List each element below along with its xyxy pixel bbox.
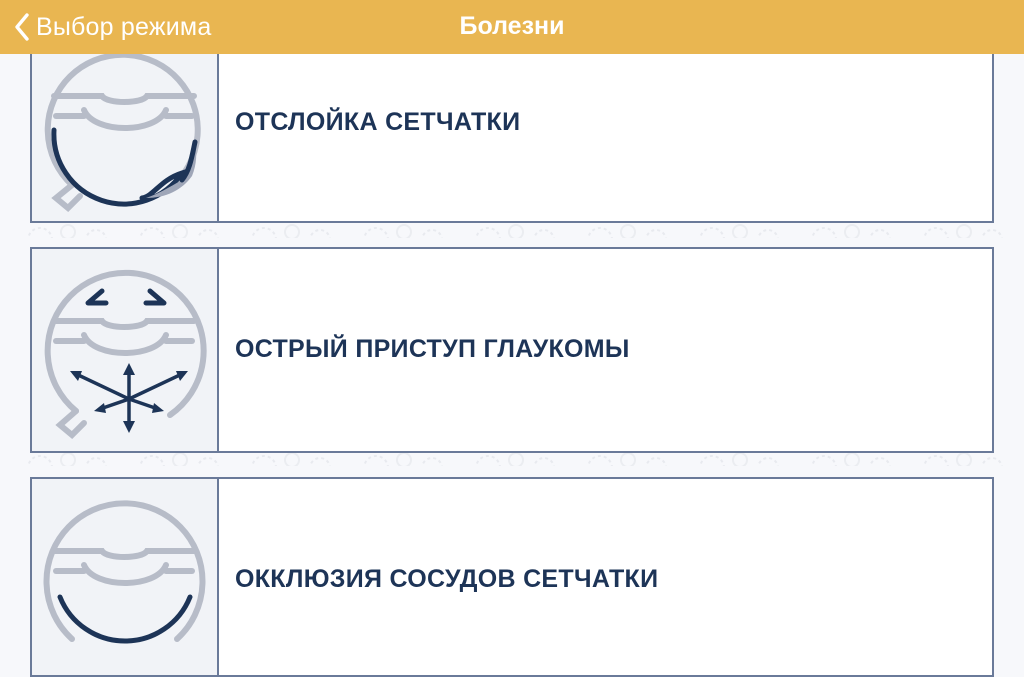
chevron-left-icon [15, 13, 29, 41]
vessel-occlusion-icon [43, 500, 206, 644]
disease-label: ОСТРЫЙ ПРИСТУП ГЛАУКОМЫ [235, 335, 630, 363]
disease-thumbnail [32, 32, 219, 221]
disease-item-glaucoma-attack[interactable]: ОСТРЫЙ ПРИСТУП ГЛАУКОМЫ [30, 247, 994, 453]
disease-item-retinal-detachment[interactable]: ОТСЛОЙКА СЕТЧАТКИ [30, 30, 994, 223]
disease-item-vessel-occlusion[interactable]: ОККЛЮЗИЯ СОСУДОВ СЕТЧАТКИ [30, 477, 994, 677]
disease-thumbnail [32, 249, 219, 451]
navigation-bar: Выбор режима Болезни [0, 0, 1024, 54]
glaucoma-attack-icon [44, 269, 207, 440]
back-button-label: Выбор режима [36, 12, 212, 41]
disease-thumbnail [32, 479, 219, 675]
disease-label: ОТСЛОЙКА СЕТЧАТКИ [235, 108, 521, 136]
retinal-detachment-icon [44, 51, 201, 213]
back-button[interactable]: Выбор режима [14, 0, 211, 54]
disease-label: ОККЛЮЗИЯ СОСУДОВ СЕТЧАТКИ [235, 565, 659, 593]
